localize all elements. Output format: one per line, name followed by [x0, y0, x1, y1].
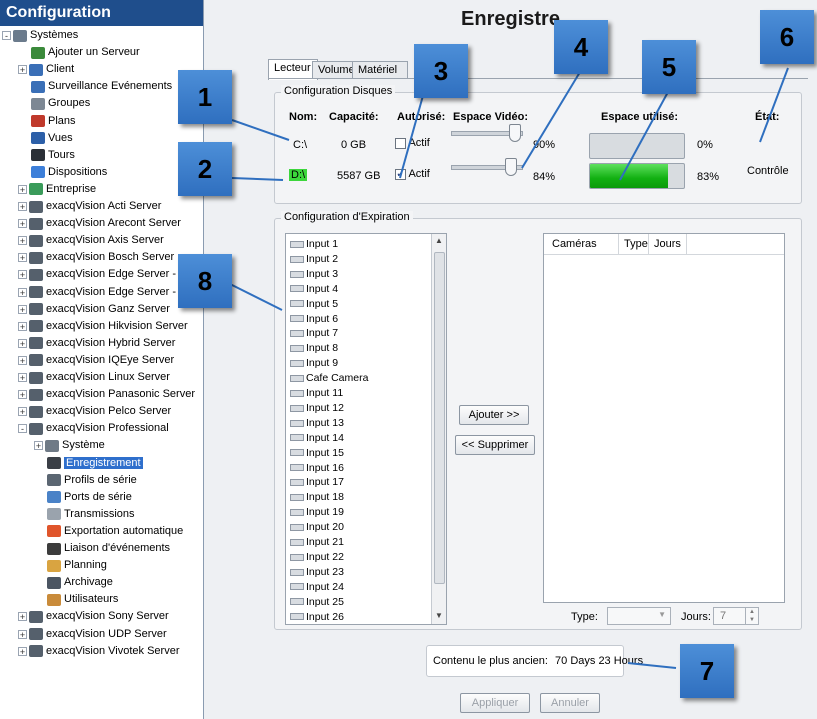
- leader-line-5: [619, 91, 669, 181]
- callout-8: 8: [178, 254, 232, 308]
- callout-leaders: [229, 67, 789, 669]
- leader-line-2: [231, 177, 284, 181]
- leader-line-1: [231, 119, 290, 141]
- leader-line-8: [229, 283, 283, 311]
- callout-2: 2: [178, 142, 232, 196]
- leader-line-4: [521, 71, 581, 169]
- leader-line-7: [627, 662, 677, 669]
- callout-5: 5: [642, 40, 696, 94]
- leader-line-3: [399, 91, 425, 179]
- callout-4: 4: [554, 20, 608, 74]
- callout-7: 7: [680, 644, 734, 698]
- leader-line-6: [759, 67, 789, 143]
- callout-1: 1: [178, 70, 232, 124]
- callout-3: 3: [414, 44, 468, 98]
- callout-6: 6: [760, 10, 814, 64]
